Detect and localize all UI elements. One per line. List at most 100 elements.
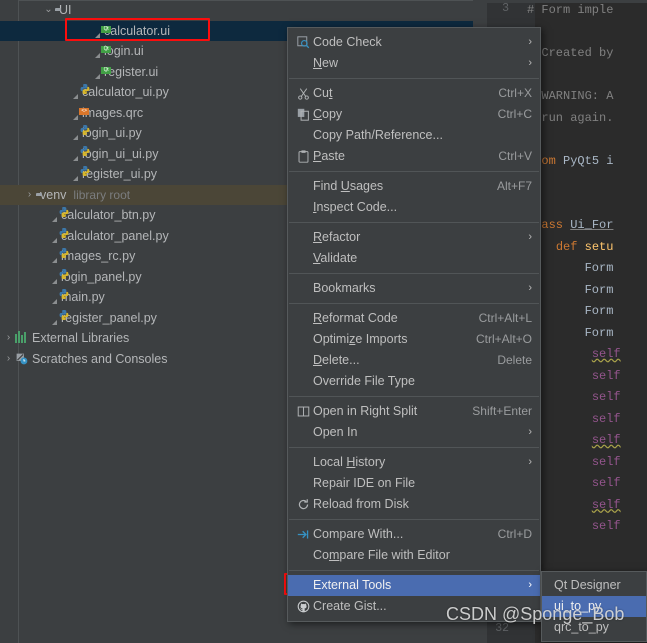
submenu-chevron-icon: › [528, 57, 532, 69]
code-line: from PyQt5 i [527, 151, 647, 173]
menu-item-paste[interactable]: Paste Ctrl+V [288, 146, 540, 167]
submenu-chevron-icon: › [528, 579, 532, 591]
menu-item-optimize-imports[interactable]: Optimize Imports Ctrl+Alt+O [288, 329, 540, 350]
code-token: self [591, 390, 621, 404]
menu-item-label: Delete... [313, 353, 360, 367]
code-token: Form [584, 282, 614, 297]
tree-expander-icon[interactable]: › [23, 185, 36, 206]
code-line: self [527, 344, 647, 366]
code-token: self [591, 497, 621, 512]
code-line: self [527, 430, 647, 452]
menu-item-label: Compare With... [313, 527, 404, 541]
menu-item-label: Open in Right Split [313, 404, 418, 418]
code-line: # Created by [527, 43, 647, 65]
code-token: def [555, 239, 585, 254]
menu-separator [289, 171, 539, 172]
file-context-menu[interactable]: Code Check › New › Cut Ctrl+X Copy Ctrl+C Copy P… [287, 27, 541, 622]
tree-row-label: venv [40, 187, 67, 202]
code-line: def setu [527, 237, 647, 259]
menu-separator [289, 447, 539, 448]
menu-item-copy-path-reference[interactable]: Copy Path/Reference... [288, 125, 540, 146]
menu-item-label: Open In [313, 425, 358, 439]
code-line: self [527, 473, 647, 495]
menu-item-code-check[interactable]: Code Check › [288, 32, 540, 53]
menu-item-label: Create Gist... [313, 599, 387, 613]
menu-item-open-in-right-split[interactable]: Open in Right Split Shift+Enter [288, 401, 540, 422]
menu-separator [289, 519, 539, 520]
menu-item-label: Optimize Imports [313, 332, 408, 346]
code-line: # WARNING: A [527, 86, 647, 108]
menu-item-shortcut: Ctrl+V [498, 149, 532, 163]
menu-item-compare-with[interactable]: Compare With... Ctrl+D [288, 524, 540, 545]
menu-item-new[interactable]: New › [288, 53, 540, 74]
compare-icon [294, 528, 313, 541]
menu-item-label: Refactor [313, 230, 361, 244]
split-icon [294, 405, 313, 418]
submenu-item-qt-designer[interactable]: Qt Designer [542, 575, 646, 596]
code-token: Ui_For [570, 218, 614, 232]
code-line: # Form imple [527, 0, 647, 22]
menu-item-label: Paste [313, 149, 345, 163]
code-line: class Ui_For [527, 215, 647, 237]
menu-item-delete[interactable]: Delete... Delete [288, 350, 540, 371]
menu-item-bookmarks[interactable]: Bookmarks › [288, 278, 540, 299]
menu-item-override-file-type[interactable]: Override File Type [288, 371, 540, 392]
menu-item-external-tools[interactable]: External Tools › [288, 575, 540, 596]
line-number-bottom: 32 [495, 622, 509, 635]
code-token: self [591, 454, 621, 469]
code-token: self [591, 519, 621, 533]
menu-item-open-in[interactable]: Open In › [288, 422, 540, 443]
menu-item-validate[interactable]: Validate [288, 248, 540, 269]
scratches-icon [15, 349, 28, 370]
menu-item-cut[interactable]: Cut Ctrl+X [288, 83, 540, 104]
tree-expander-icon[interactable]: › [2, 349, 15, 370]
code-token: Form [584, 261, 614, 275]
cut-icon [294, 87, 313, 100]
tree-expander-icon[interactable]: › [2, 328, 15, 349]
external-tools-submenu[interactable]: Qt Designer ui_to_py qrc_to_py [541, 571, 647, 642]
menu-item-reformat-code[interactable]: Reformat Code Ctrl+Alt+L [288, 308, 540, 329]
tree-row-label: register_panel.py [61, 310, 157, 325]
menu-separator [289, 78, 539, 79]
code-token: self [591, 476, 621, 490]
menu-item-shortcut: Ctrl+Alt+L [478, 311, 532, 325]
paste-icon [294, 150, 313, 163]
menu-item-reload-from-disk[interactable]: Reload from Disk [288, 494, 540, 515]
menu-separator [289, 396, 539, 397]
menu-item-label: Bookmarks [313, 281, 376, 295]
menu-item-repair-ide-on-file[interactable]: Repair IDE on File [288, 473, 540, 494]
submenu-item-ui-to-py[interactable]: ui_to_py [542, 596, 646, 617]
submenu-item-qrc-to-py[interactable]: qrc_to_py [542, 617, 646, 638]
code-line: # run again. [527, 108, 647, 130]
editor-top-strip [475, 0, 647, 3]
menu-item-copy[interactable]: Copy Ctrl+C [288, 104, 540, 125]
tree-expander-icon[interactable]: ⌄ [42, 0, 55, 21]
menu-item-label: Reformat Code [313, 311, 398, 325]
menu-item-label: Inspect Code... [313, 200, 398, 214]
menu-item-shortcut: Ctrl+D [497, 527, 532, 541]
menu-separator [289, 222, 539, 223]
code-text[interactable]: # Form imple## Created by## WARNING: A# … [527, 0, 647, 643]
menu-item-refactor[interactable]: Refactor › [288, 227, 540, 248]
code-token: self [591, 368, 621, 383]
tree-row-label: calculator_ui.py [82, 85, 169, 99]
menu-item-local-history[interactable]: Local History › [288, 452, 540, 473]
code-token: PyQt5 i [563, 153, 614, 168]
menu-item-find-usages[interactable]: Find Usages Alt+F7 [288, 176, 540, 197]
menu-item-label: Find Usages [313, 179, 384, 193]
submenu-chevron-icon: › [528, 456, 532, 468]
tree-row-ui[interactable]: ⌄ UI [0, 0, 475, 21]
menu-item-label: Compare File with Editor [313, 548, 450, 562]
menu-item-inspect-code[interactable]: Inspect Code... [288, 197, 540, 218]
submenu-chevron-icon: › [528, 36, 532, 48]
code-check-icon [294, 36, 313, 49]
code-line: Form [527, 258, 647, 280]
menu-item-label: Override File Type [313, 374, 415, 388]
code-token: setu [584, 239, 614, 254]
menu-item-compare-file-with-editor[interactable]: Compare File with Editor [288, 545, 540, 566]
menu-item-label: Reload from Disk [313, 497, 409, 511]
menu-item-create-gist[interactable]: Create Gist... [288, 596, 540, 617]
menu-item-shortcut: Alt+F7 [496, 179, 532, 193]
